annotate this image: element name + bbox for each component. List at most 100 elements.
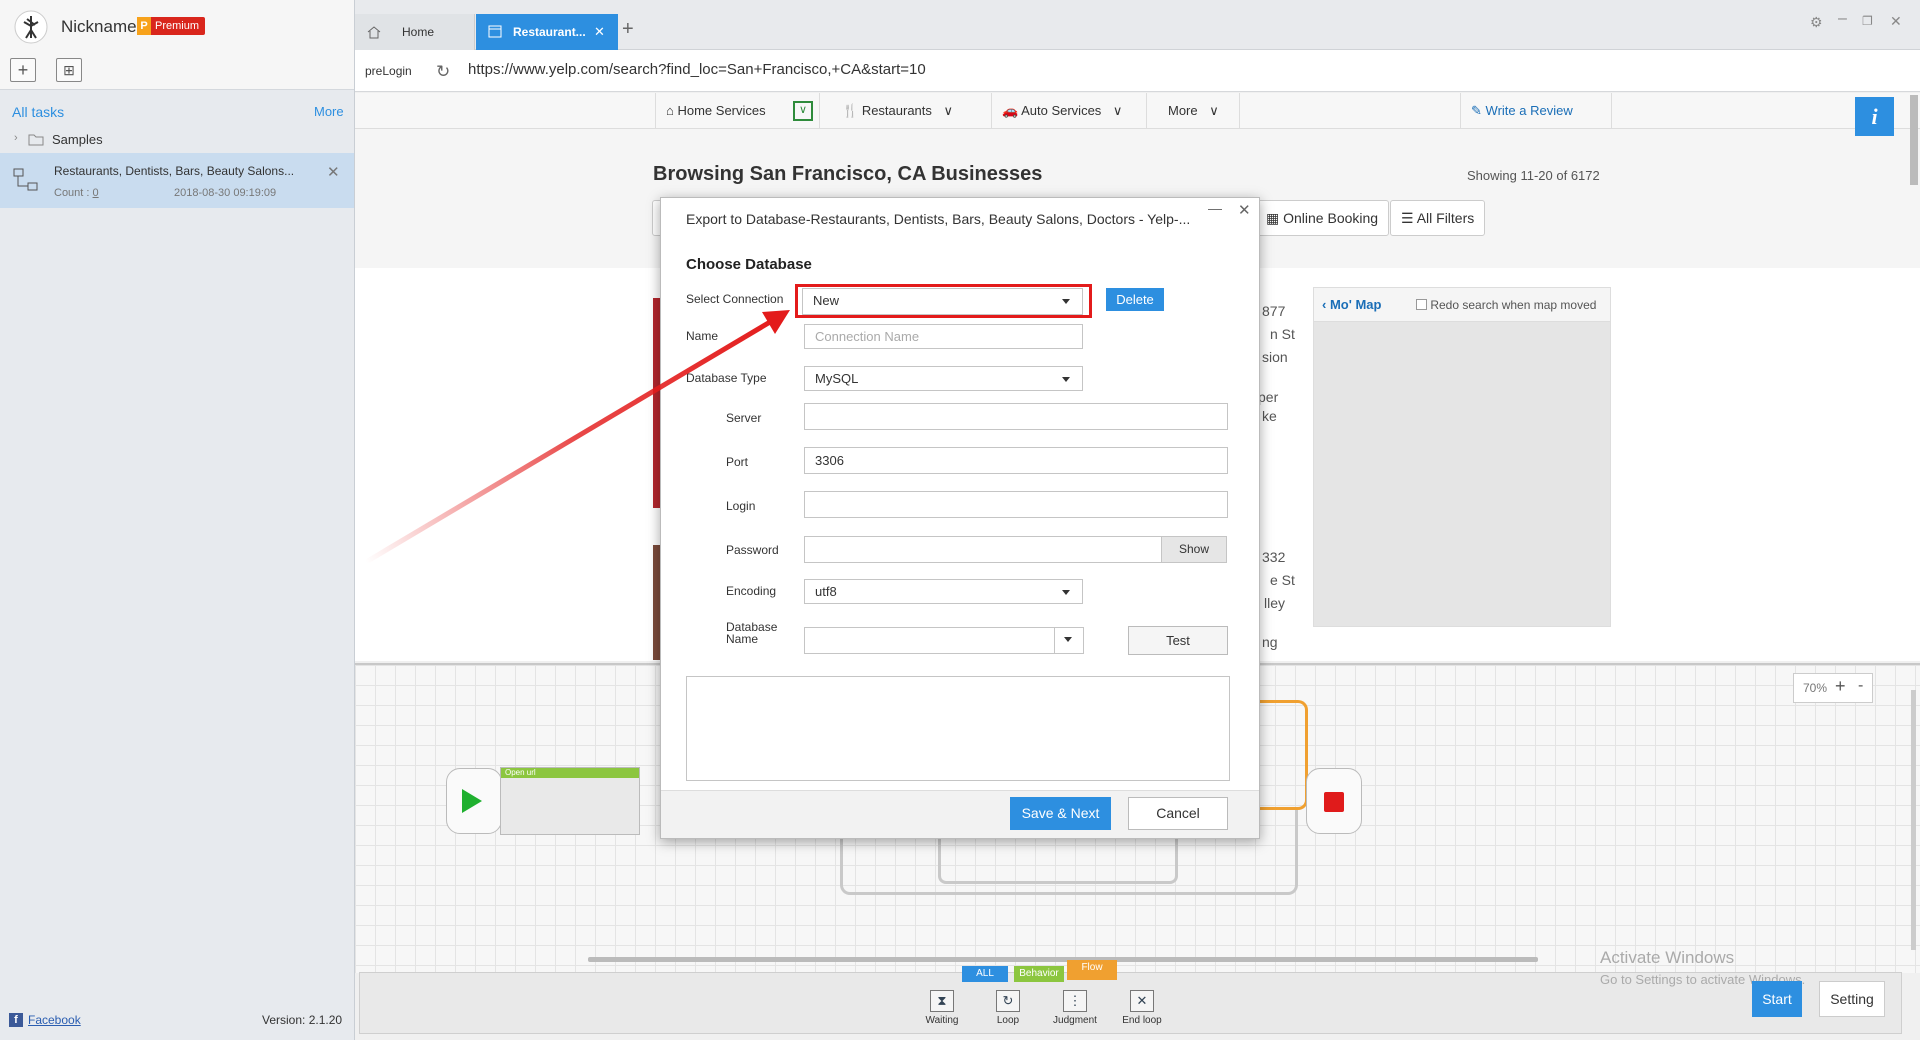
more-link[interactable]: More: [314, 104, 344, 119]
login-label: Login: [726, 499, 756, 513]
nav-home-services[interactable]: ⌂ Home Services ∨: [655, 93, 820, 129]
canvas-scrollbar[interactable]: [1911, 690, 1916, 950]
show-password-button[interactable]: Show: [1161, 536, 1227, 563]
start-button[interactable]: Start: [1752, 981, 1802, 1017]
premium-badge: Premium: [137, 17, 206, 35]
category-flow[interactable]: Flow: [1067, 960, 1117, 980]
tab-restaurant[interactable]: Restaurant... ✕: [476, 14, 618, 50]
close-icon[interactable]: ✕: [1238, 201, 1251, 219]
tool-judgment[interactable]: ⋮ Judgment: [1053, 990, 1097, 1026]
tool-waiting[interactable]: ⧗ Waiting: [920, 990, 964, 1026]
url-input[interactable]: https://www.yelp.com/search?find_loc=San…: [468, 61, 926, 78]
port-label: Port: [726, 455, 749, 469]
tool-end-loop-label: End loop: [1122, 1015, 1162, 1026]
login-input[interactable]: [804, 491, 1228, 518]
folder-icon: [28, 133, 44, 146]
nav-more[interactable]: More ∨: [1158, 93, 1240, 129]
home-icon: [367, 25, 381, 39]
open-url-label: Open url: [501, 768, 639, 778]
judgment-icon: ⋮: [1063, 990, 1087, 1012]
new-task-icon[interactable]: +: [10, 58, 36, 82]
connection-name-input[interactable]: Connection Name: [804, 324, 1083, 349]
encoding-dropdown[interactable]: utf8: [804, 579, 1083, 604]
server-input[interactable]: [804, 403, 1228, 430]
count-value[interactable]: 0: [93, 187, 99, 199]
tab-home[interactable]: Home: [355, 14, 475, 50]
task-item[interactable]: [0, 153, 354, 208]
database-type-dropdown[interactable]: MySQL: [804, 366, 1083, 391]
checkbox-icon[interactable]: [1416, 299, 1427, 310]
end-loop-icon: ✕: [1130, 990, 1154, 1012]
database-name-dropdown[interactable]: [1054, 627, 1084, 654]
port-input[interactable]: 3306: [804, 447, 1228, 474]
save-next-button[interactable]: Save & Next: [1010, 797, 1111, 830]
name-label: Name: [686, 329, 719, 343]
restore-icon[interactable]: ❐: [1862, 14, 1873, 28]
zoom-out-icon[interactable]: -: [1858, 677, 1863, 695]
minimize-icon[interactable]: —: [1208, 200, 1222, 216]
zoom-control: 70% + -: [1793, 673, 1873, 703]
database-name-input[interactable]: [804, 627, 1084, 654]
dialog-title: Export to Database-Restaurants, Dentists…: [686, 211, 1191, 227]
refresh-icon[interactable]: ↻: [436, 62, 450, 82]
setting-button[interactable]: Setting: [1819, 981, 1885, 1017]
all-filters-label: All Filters: [1416, 210, 1475, 226]
tool-judgment-label: Judgment: [1053, 1015, 1097, 1026]
facebook-icon[interactable]: f: [9, 1013, 23, 1027]
samples-folder[interactable]: Samples: [52, 132, 103, 147]
open-url-block[interactable]: Open url: [500, 767, 640, 835]
write-review-link[interactable]: ✎ Write a Review: [1460, 93, 1612, 129]
prelogin-button[interactable]: preLogin: [365, 64, 412, 78]
message-area[interactable]: [686, 676, 1230, 781]
mo-map-link[interactable]: ‹ Mo' Map: [1322, 297, 1381, 312]
zoom-in-icon[interactable]: +: [1835, 676, 1846, 697]
encoding-label: Encoding: [726, 584, 777, 598]
database-type-label: Database Type: [686, 371, 767, 385]
flow-branch: [1253, 700, 1308, 810]
task-name[interactable]: Restaurants, Dentists, Bars, Beauty Salo…: [54, 164, 304, 178]
map-panel[interactable]: [1313, 287, 1611, 627]
category-behavior[interactable]: Behavior: [1014, 966, 1064, 982]
car-icon: 🚗: [1002, 103, 1019, 118]
workflow-icon: [12, 166, 40, 194]
highlight-box: [795, 284, 1092, 318]
cutlery-icon: 🍴: [842, 103, 859, 118]
settings-gear-icon[interactable]: ⚙: [1810, 14, 1823, 31]
nav-restaurants[interactable]: 🍴 Restaurants ∨: [832, 93, 992, 129]
window-close-icon[interactable]: ✕: [1890, 13, 1902, 30]
task-count: Count : 0: [54, 187, 99, 199]
nav-auto-services[interactable]: 🚗 Auto Services ∨: [992, 93, 1147, 129]
page-scrollbar[interactable]: [1910, 95, 1918, 185]
close-icon[interactable]: ✕: [327, 163, 340, 181]
minimize-icon[interactable]: –: [1838, 10, 1847, 28]
info-icon[interactable]: i: [1855, 97, 1894, 136]
chevron-right-icon[interactable]: ›: [14, 132, 18, 144]
all-tasks-link[interactable]: All tasks: [12, 104, 64, 120]
password-input[interactable]: [804, 536, 1162, 563]
result-text: 877: [1262, 303, 1286, 319]
online-booking-filter[interactable]: ▦ Online Booking: [1255, 200, 1390, 236]
nav-auto-services-label: Auto Services: [1021, 103, 1102, 118]
zoom-level: 70%: [1803, 681, 1828, 695]
all-filters-button[interactable]: ☰ All Filters: [1390, 200, 1486, 236]
result-text: per: [1258, 389, 1279, 405]
new-folder-icon[interactable]: ⊞: [56, 58, 82, 82]
redo-search-checkbox[interactable]: Redo search when map moved: [1416, 298, 1596, 312]
canvas-hscrollbar[interactable]: [588, 957, 1538, 962]
chevron-down-icon[interactable]: ∨: [793, 101, 813, 121]
end-node[interactable]: [1306, 768, 1362, 834]
test-button[interactable]: Test: [1128, 626, 1228, 655]
facebook-link[interactable]: Facebook: [28, 1013, 81, 1027]
server-label: Server: [726, 411, 762, 425]
nickname-label: Nickname: [61, 17, 137, 36]
loop-icon: ↻: [996, 990, 1020, 1012]
delete-button[interactable]: Delete: [1106, 288, 1164, 311]
category-all[interactable]: ALL: [962, 966, 1008, 982]
start-node[interactable]: [446, 768, 502, 834]
add-tab-icon[interactable]: +: [622, 18, 634, 41]
tool-loop-label: Loop: [996, 1015, 1020, 1026]
tool-loop[interactable]: ↻ Loop: [986, 990, 1030, 1026]
close-tab-icon[interactable]: ✕: [594, 14, 605, 50]
cancel-button[interactable]: Cancel: [1128, 797, 1228, 830]
tool-end-loop[interactable]: ✕ End loop: [1120, 990, 1164, 1026]
